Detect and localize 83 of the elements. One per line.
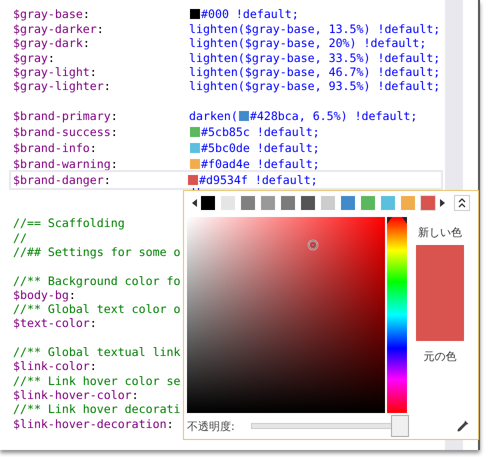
code-comment: //** Global textual link: [13, 345, 181, 360]
hue-marker-icon[interactable]: [387, 217, 407, 226]
color-swatch[interactable]: [190, 9, 200, 19]
new-color-label: 新しい色: [418, 225, 462, 240]
palette-swatch[interactable]: [400, 195, 416, 212]
code-value: lighten($gray-base, 93.5%) !default;: [189, 79, 440, 94]
code-value: lighten($gray-base, 46.7%) !default;: [189, 64, 440, 80]
opacity-slider-thumb[interactable]: [391, 415, 409, 438]
variable-name: $brand-primary: [13, 108, 111, 124]
color-swatch[interactable]: [238, 110, 249, 121]
variable-name: $brand-info: [13, 140, 90, 156]
palette-swatch[interactable]: [340, 195, 356, 212]
colon: :: [166, 416, 174, 431]
variable-name: $gray-dark: [13, 36, 83, 51]
palette-swatch[interactable]: [260, 195, 276, 212]
variable-name: $gray: [13, 50, 48, 65]
scroll-left-icon[interactable]: [192, 199, 197, 208]
palette-swatch[interactable]: [280, 195, 296, 212]
original-color-label: 元の色: [424, 349, 456, 364]
colon: :: [90, 316, 97, 331]
colon: :: [110, 108, 118, 124]
colon: :: [90, 359, 97, 374]
code-comment: //== Scaffolding: [13, 216, 125, 231]
colon: :: [48, 50, 55, 65]
saturation-brightness-area[interactable]: [187, 217, 385, 414]
code-value: #000 !default;: [201, 6, 299, 22]
variable-name: $text-color: [13, 316, 90, 331]
color-swatch[interactable]: [188, 174, 198, 185]
colon: :: [82, 36, 90, 51]
code-value: lighten($gray-base, 33.5%) !default;: [189, 50, 440, 65]
colon: :: [90, 140, 97, 156]
code-value: darken(: [189, 108, 238, 124]
code-value: lighten($gray-base, 20%) !default;: [189, 36, 426, 51]
code-value: #5bc0de !default;: [201, 140, 320, 156]
code-comment: //** Background color fo: [13, 274, 181, 288]
variable-name: $brand-warning: [13, 156, 111, 172]
palette-swatch[interactable]: [320, 195, 336, 212]
colon: :: [110, 124, 118, 140]
code-value: #f0ad4e !default;: [201, 156, 320, 172]
colon: :: [104, 79, 111, 94]
colon: :: [132, 388, 139, 402]
variable-name: $gray-darker: [13, 22, 97, 36]
code-comment: //** Link hover color se: [13, 374, 181, 388]
code-comment: //** Link hover decorati: [13, 402, 181, 417]
code-comment: //** Global text color o: [13, 302, 181, 316]
palette-swatch[interactable]: [360, 195, 376, 212]
code-value: #428bca, 6.5%) !default;: [250, 108, 418, 124]
variable-name: $link-hover-color: [13, 388, 132, 402]
code-value: #5cb85c !default;: [201, 124, 320, 140]
colon: :: [110, 156, 118, 172]
opacity-slider[interactable]: [251, 415, 409, 438]
colon: :: [104, 172, 111, 188]
palette-swatch[interactable]: [420, 195, 436, 212]
code-comment: //: [13, 230, 27, 245]
palette-swatch[interactable]: [300, 195, 316, 212]
palette-swatch[interactable]: [200, 195, 216, 212]
colon: :: [68, 288, 76, 302]
colon: :: [90, 64, 97, 80]
hue-slider[interactable]: [387, 217, 407, 414]
palette-swatch[interactable]: [380, 195, 396, 212]
variable-name: $gray-lighter: [13, 79, 104, 94]
color-swatch[interactable]: [190, 126, 200, 137]
double-chevron-up-icon: [458, 198, 466, 208]
code-value: lighten($gray-base, 13.5%) !default;: [189, 22, 440, 36]
variable-name: $link-color: [13, 359, 90, 374]
picker-cursor-icon[interactable]: [307, 239, 319, 252]
variable-name: $brand-danger: [13, 172, 104, 188]
color-swatch[interactable]: [190, 158, 200, 169]
color-swatch[interactable]: [190, 142, 200, 153]
variable-name: $gray-base: [13, 6, 83, 22]
code-comment: //## Settings for some o: [13, 244, 181, 260]
palette-swatch[interactable]: [220, 195, 236, 212]
variable-name: $body-bg: [13, 288, 69, 302]
colon: :: [82, 6, 90, 22]
code-value: #d9534f !default;: [199, 172, 318, 188]
colon: :: [96, 22, 104, 36]
variable-name: $gray-light: [13, 64, 90, 80]
opacity-label: 不透明度:: [187, 418, 236, 434]
variable-name: $link-hover-decoration: [13, 416, 167, 431]
eyedropper-icon[interactable]: [456, 419, 470, 434]
palette-swatch[interactable]: [240, 195, 256, 212]
variable-name: $brand-success: [13, 124, 111, 140]
collapse-button[interactable]: [454, 195, 470, 212]
